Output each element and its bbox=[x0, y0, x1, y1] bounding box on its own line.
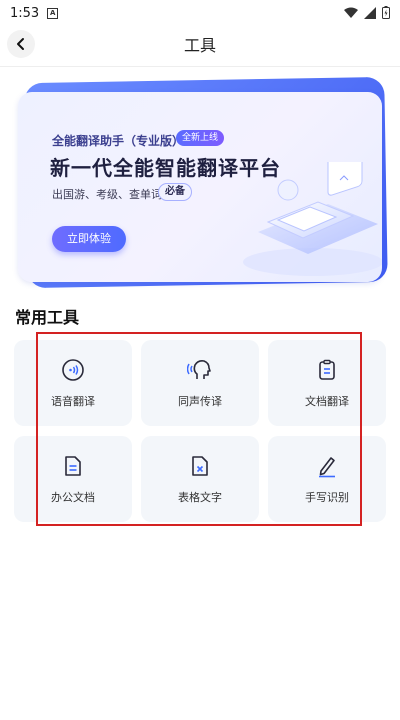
table-text-icon bbox=[187, 453, 213, 479]
promo-banner[interactable]: 全能翻译助手（专业版） 全新上线 新一代全能智能翻译平台 出国游、考级、查单词 … bbox=[18, 76, 388, 290]
section-title-common-tools: 常用工具 bbox=[15, 308, 80, 327]
notification-icon: A bbox=[47, 7, 59, 19]
page-title: 工具 bbox=[183, 36, 216, 55]
tool-label: 办公文档 bbox=[51, 491, 95, 504]
status-icons bbox=[344, 6, 390, 19]
wifi-icon bbox=[344, 7, 358, 18]
tool-simultaneous-interpretation[interactable]: 同声传译 bbox=[141, 340, 259, 426]
battery-icon bbox=[382, 6, 390, 19]
signal-icon bbox=[364, 6, 376, 19]
tool-voice-translate[interactable]: 语音翻译 bbox=[14, 340, 132, 426]
tool-document-translate[interactable]: 文档翻译 bbox=[268, 340, 386, 426]
banner-app-name: 全能翻译助手（专业版） bbox=[52, 134, 185, 148]
tool-label: 同声传译 bbox=[178, 395, 222, 408]
handwriting-icon bbox=[314, 453, 340, 479]
tool-table-text[interactable]: 表格文字 bbox=[141, 436, 259, 522]
banner-card: 全能翻译助手（专业版） 全新上线 新一代全能智能翻译平台 出国游、考级、查单词 … bbox=[18, 92, 382, 282]
status-time: 1:53 bbox=[10, 5, 40, 21]
status-bar: 1:53 A bbox=[0, 0, 400, 26]
translation-illustration-icon bbox=[243, 162, 382, 276]
banner-subtitle: 出国游、考级、查单词 bbox=[52, 188, 162, 201]
tool-office-document[interactable]: 办公文档 bbox=[14, 436, 132, 522]
tool-handwriting[interactable]: 手写识别 bbox=[268, 436, 386, 522]
voice-translate-icon bbox=[60, 357, 86, 383]
tool-label: 文档翻译 bbox=[305, 395, 349, 408]
tool-label: 表格文字 bbox=[178, 491, 222, 504]
simultaneous-interpret-icon bbox=[187, 357, 213, 383]
office-document-icon bbox=[60, 453, 86, 479]
tool-label: 手写识别 bbox=[305, 491, 349, 504]
header-divider bbox=[0, 66, 400, 67]
try-now-button[interactable]: 立即体验 bbox=[52, 226, 126, 252]
banner-subtitle-tag: 必备 bbox=[158, 183, 192, 201]
banner-new-badge: 全新上线 bbox=[176, 130, 225, 146]
tool-label: 语音翻译 bbox=[51, 395, 95, 408]
app-header: 工具 bbox=[0, 26, 400, 66]
document-translate-icon bbox=[314, 357, 340, 383]
tools-grid: 语音翻译 同声传译 文档翻译 办公文档 表格文字 手写识别 bbox=[14, 340, 386, 526]
